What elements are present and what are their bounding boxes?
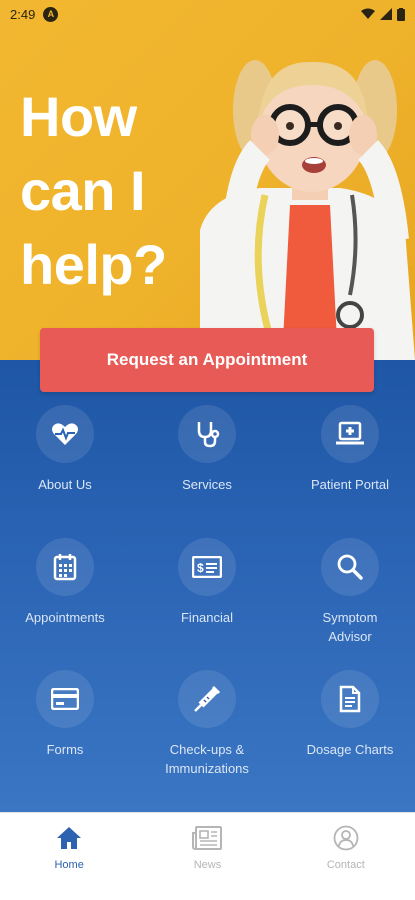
tile-label: About Us [38,477,92,492]
tile-label: Appointments [25,610,105,625]
tile-symptom-advisor[interactable]: Symptom Advisor [285,538,415,646]
tile-checkups-immunizations[interactable]: Check-ups & Immunizations [142,670,272,778]
battery-icon [397,7,405,21]
tile-dosage-charts[interactable]: Dosage Charts [285,670,415,759]
nav-home[interactable]: Home [0,813,138,900]
laptop-medical-icon [336,421,364,445]
bill-icon: $ [192,556,222,578]
tile-label: Forms [46,742,84,757]
person-icon [333,825,359,851]
tile-label: Check-ups & Immunizations [165,742,249,776]
nav-news[interactable]: News [138,813,276,900]
tile-appointments[interactable]: Appointments [0,538,130,627]
newspaper-icon [192,826,223,850]
document-icon [339,685,361,713]
tile-label: Symptom Advisor [322,610,378,644]
bottom-navigation: Home News Contact [0,812,415,900]
tile-forms[interactable]: Forms [0,670,130,759]
stethoscope-icon [197,422,220,448]
syringe-icon [194,685,221,712]
app-notification-icon: A [43,6,59,22]
tile-patient-portal[interactable]: Patient Portal [285,405,415,494]
search-icon [337,554,363,580]
credit-card-icon [51,688,79,710]
hero-title: How can I help? [20,85,167,296]
tile-label: Patient Portal [310,477,390,492]
wifi-icon [361,8,375,19]
home-icon [57,827,82,849]
nav-contact[interactable]: Contact [277,813,415,900]
calendar-icon [53,554,77,581]
signal-icon [380,8,392,20]
status-time: 2:49 [10,6,36,22]
svg-text:$: $ [197,561,204,575]
heart-pulse-icon [52,423,78,445]
tile-label: Services [182,477,232,492]
status-bar: 2:49 A [0,0,415,28]
nav-label: Contact [326,859,365,871]
request-appointment-button[interactable]: Request an Appointment [40,328,374,392]
tile-services[interactable]: Services [142,405,272,494]
tile-financial[interactable]: $ Financial [142,538,272,627]
tile-about-us[interactable]: About Us [0,405,130,494]
tile-label: Dosage Charts [306,742,394,757]
nav-label: News [193,859,222,871]
nav-label: Home [54,859,84,871]
hero-banner: 2:49 A How can I help? [0,0,415,360]
tile-label: Financial [180,610,234,625]
